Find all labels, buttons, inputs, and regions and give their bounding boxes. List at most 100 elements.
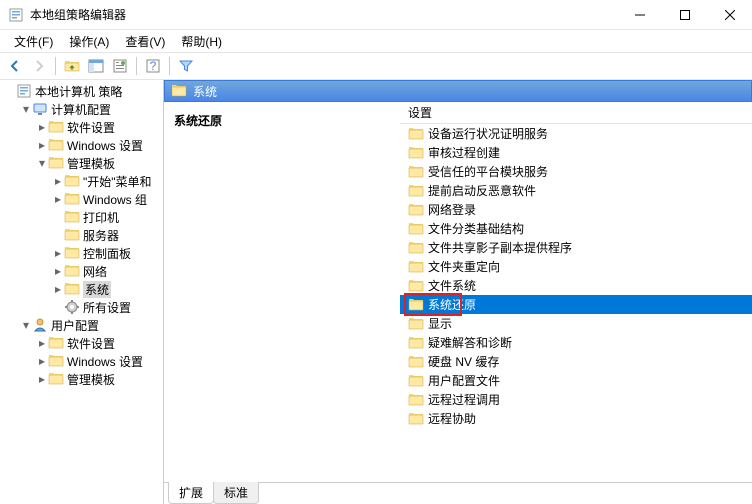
folder-icon: [408, 259, 424, 275]
show-hide-tree-button[interactable]: [85, 55, 107, 77]
list-item[interactable]: 审核过程创建: [400, 143, 752, 162]
list-item[interactable]: 用户配置文件: [400, 371, 752, 390]
toolbar: ?: [0, 52, 752, 80]
tree-icon: [64, 227, 80, 243]
tree-pane[interactable]: 本地计算机 策略▾计算机配置▸软件设置▸Windows 设置▾管理模板▸"开始"…: [0, 80, 164, 504]
tree-item-tmpl_printer[interactable]: 打印机: [0, 208, 163, 226]
tree-item-user[interactable]: ▾用户配置: [0, 316, 163, 334]
list-item[interactable]: 文件系统: [400, 276, 752, 295]
list-item[interactable]: 文件分类基础结构: [400, 219, 752, 238]
separator: [55, 57, 56, 75]
detail-tabs: 扩展 标准: [164, 482, 752, 504]
tree-item-computer[interactable]: ▾ 计算机配置: [0, 100, 163, 118]
list-item[interactable]: 硬盘 NV 缓存: [400, 352, 752, 371]
list-item[interactable]: 显示: [400, 314, 752, 333]
tree-item-comp_tmpl[interactable]: ▾管理模板: [0, 154, 163, 172]
list-item-label: 远程过程调用: [428, 391, 500, 408]
close-button[interactable]: [707, 0, 752, 30]
list-item-label: 文件共享影子副本提供程序: [428, 239, 572, 256]
tree-label: Windows 设置: [67, 137, 143, 154]
titlebar: 本地组策略编辑器: [0, 0, 752, 30]
folder-icon: [408, 164, 424, 180]
tree-icon: [32, 101, 48, 117]
tree-item-tmpl_system[interactable]: ▸ 系统: [0, 280, 163, 298]
list-item[interactable]: 远程协助: [400, 409, 752, 428]
list-item[interactable]: 远程过程调用: [400, 390, 752, 409]
tree-item-user_win[interactable]: ▸ Windows 设置: [0, 352, 163, 370]
tree-icon: [16, 83, 32, 99]
chevron-icon[interactable]: ▸: [52, 174, 64, 188]
folder-icon: [408, 392, 424, 408]
chevron-icon[interactable]: ▸: [36, 120, 48, 134]
folder-icon: [408, 316, 424, 332]
tree-item-tmpl_start[interactable]: ▸"开始"菜单和: [0, 172, 163, 190]
chevron-icon[interactable]: ▸: [52, 192, 64, 206]
tab-extended[interactable]: 扩展: [168, 482, 214, 504]
menu-action[interactable]: 操作(A): [61, 31, 117, 52]
tree-item-root[interactable]: 本地计算机 策略: [0, 82, 163, 100]
list-item[interactable]: 系统还原: [400, 295, 752, 314]
back-button[interactable]: [4, 55, 26, 77]
list-item[interactable]: 文件夹重定向: [400, 257, 752, 276]
folder-icon: [408, 202, 424, 218]
list-item-label: 文件夹重定向: [428, 258, 500, 275]
chevron-icon[interactable]: ▾: [20, 102, 32, 116]
tree-item-comp_sw[interactable]: ▸软件设置: [0, 118, 163, 136]
tree-icon: [32, 317, 48, 333]
settings-list[interactable]: 设备运行状况证明服务审核过程创建受信任的平台模块服务提前启动反恶意软件网络登录文…: [400, 124, 752, 482]
tree-label: 系统: [83, 281, 111, 298]
tab-standard[interactable]: 标准: [213, 482, 259, 504]
category-title: 系统还原: [174, 112, 392, 129]
properties-button[interactable]: [109, 55, 131, 77]
chevron-icon[interactable]: ▾: [20, 318, 32, 332]
tree-label: 软件设置: [67, 335, 115, 352]
tree-label: Windows 设置: [67, 353, 143, 370]
menu-help[interactable]: 帮助(H): [173, 31, 230, 52]
tree-item-tmpl_allset[interactable]: 所有设置: [0, 298, 163, 316]
chevron-icon[interactable]: ▸: [52, 282, 64, 296]
list-column-header[interactable]: 设置: [400, 102, 752, 124]
tree-item-tmpl_server[interactable]: 服务器: [0, 226, 163, 244]
chevron-icon[interactable]: ▾: [36, 156, 48, 170]
maximize-button[interactable]: [662, 0, 707, 30]
svg-text:?: ?: [150, 59, 157, 73]
chevron-icon[interactable]: ▸: [36, 354, 48, 368]
list-item-label: 审核过程创建: [428, 144, 500, 161]
tree-item-tmpl_cpanel[interactable]: ▸控制面板: [0, 244, 163, 262]
list-item[interactable]: 网络登录: [400, 200, 752, 219]
detail-body: 系统还原 设置 设备运行状况证明服务审核过程创建受信任的平台模块服务提前启动反恶…: [164, 102, 752, 482]
list-item[interactable]: 提前启动反恶意软件: [400, 181, 752, 200]
list-item[interactable]: 受信任的平台模块服务: [400, 162, 752, 181]
filter-button[interactable]: [175, 55, 197, 77]
tree-label: 计算机配置: [51, 101, 111, 118]
folder-icon: [408, 145, 424, 161]
chevron-icon[interactable]: ▸: [52, 264, 64, 278]
chevron-icon[interactable]: ▸: [52, 246, 64, 260]
list-item[interactable]: 设备运行状况证明服务: [400, 124, 752, 143]
tree-icon: [48, 335, 64, 351]
tree-item-user_sw[interactable]: ▸ 软件设置: [0, 334, 163, 352]
tree-item-tmpl_network[interactable]: ▸网络: [0, 262, 163, 280]
up-button[interactable]: [61, 55, 83, 77]
chevron-icon[interactable]: ▸: [36, 138, 48, 152]
category-column: 系统还原: [164, 102, 400, 482]
tree-label: 本地计算机 策略: [35, 83, 122, 100]
menu-view[interactable]: 查看(V): [117, 31, 173, 52]
tree-item-tmpl_wincomp[interactable]: ▸Windows 组: [0, 190, 163, 208]
tree-icon: [48, 353, 64, 369]
tree-item-user_tmpl[interactable]: ▸管理模板: [0, 370, 163, 388]
folder-icon: [408, 335, 424, 351]
list-item-label: 网络登录: [428, 201, 476, 218]
minimize-button[interactable]: [617, 0, 662, 30]
folder-icon: [408, 373, 424, 389]
tree-item-comp_win[interactable]: ▸ Windows 设置: [0, 136, 163, 154]
list-item-label: 显示: [428, 315, 452, 332]
list-item[interactable]: 文件共享影子副本提供程序: [400, 238, 752, 257]
folder-icon: [408, 183, 424, 199]
chevron-icon[interactable]: ▸: [36, 336, 48, 350]
help-button[interactable]: ?: [142, 55, 164, 77]
list-item[interactable]: 疑难解答和诊断: [400, 333, 752, 352]
chevron-icon[interactable]: ▸: [36, 372, 48, 386]
menu-file[interactable]: 文件(F): [6, 31, 61, 52]
tree-icon: [48, 371, 64, 387]
